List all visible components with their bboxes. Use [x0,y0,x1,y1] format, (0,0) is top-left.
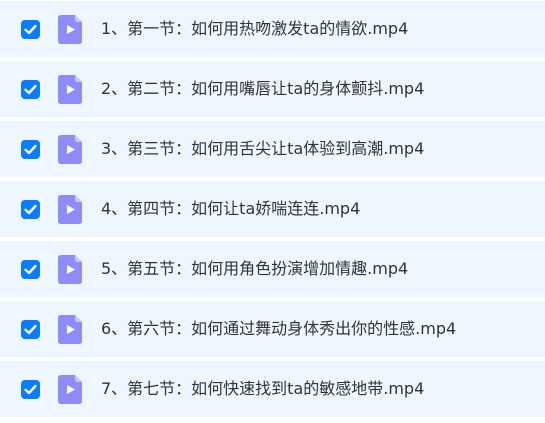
video-file-icon [58,315,82,344]
file-name: 3、第三节：如何用舌尖让ta体验到高潮.mp4 [101,139,425,158]
video-file-icon [58,255,82,284]
file-row[interactable]: 1、第一节：如何用热吻激发ta的情欲.mp4 [0,1,545,57]
file-row[interactable]: 3、第三节：如何用舌尖让ta体验到高潮.mp4 [0,121,545,177]
file-row[interactable]: 5、第五节：如何用角色扮演增加情趣.mp4 [0,241,545,297]
checkbox-checked-icon[interactable] [21,140,40,159]
checkbox-checked-icon[interactable] [21,20,40,39]
file-row[interactable]: 6、第六节：如何通过舞动身体秀出你的性感.mp4 [0,301,545,357]
video-file-icon [58,135,82,164]
video-file-icon [58,195,82,224]
file-name: 2、第二节：如何用嘴唇让ta的身体颤抖.mp4 [101,79,425,98]
file-name: 5、第五节：如何用角色扮演增加情趣.mp4 [101,259,409,278]
file-row[interactable]: 7、第七节：如何快速找到ta的敏感地带.mp4 [0,361,545,417]
file-name: 1、第一节：如何用热吻激发ta的情欲.mp4 [101,19,409,38]
checkbox-checked-icon[interactable] [21,80,40,99]
file-row[interactable]: 4、第四节：如何让ta娇喘连连.mp4 [0,181,545,237]
file-list: 1、第一节：如何用热吻激发ta的情欲.mp4 2、第二节：如何用嘴唇让ta的身体… [0,0,545,423]
video-file-icon [58,75,82,104]
checkbox-checked-icon[interactable] [21,380,40,399]
checkbox-checked-icon[interactable] [21,200,40,219]
checkbox-checked-icon[interactable] [21,320,40,339]
video-file-icon [58,15,82,44]
file-name: 6、第六节：如何通过舞动身体秀出你的性感.mp4 [101,319,457,338]
file-row[interactable]: 2、第二节：如何用嘴唇让ta的身体颤抖.mp4 [0,61,545,117]
video-file-icon [58,375,82,404]
checkbox-checked-icon[interactable] [21,260,40,279]
file-name: 4、第四节：如何让ta娇喘连连.mp4 [101,199,361,218]
file-name: 7、第七节：如何快速找到ta的敏感地带.mp4 [101,379,425,398]
